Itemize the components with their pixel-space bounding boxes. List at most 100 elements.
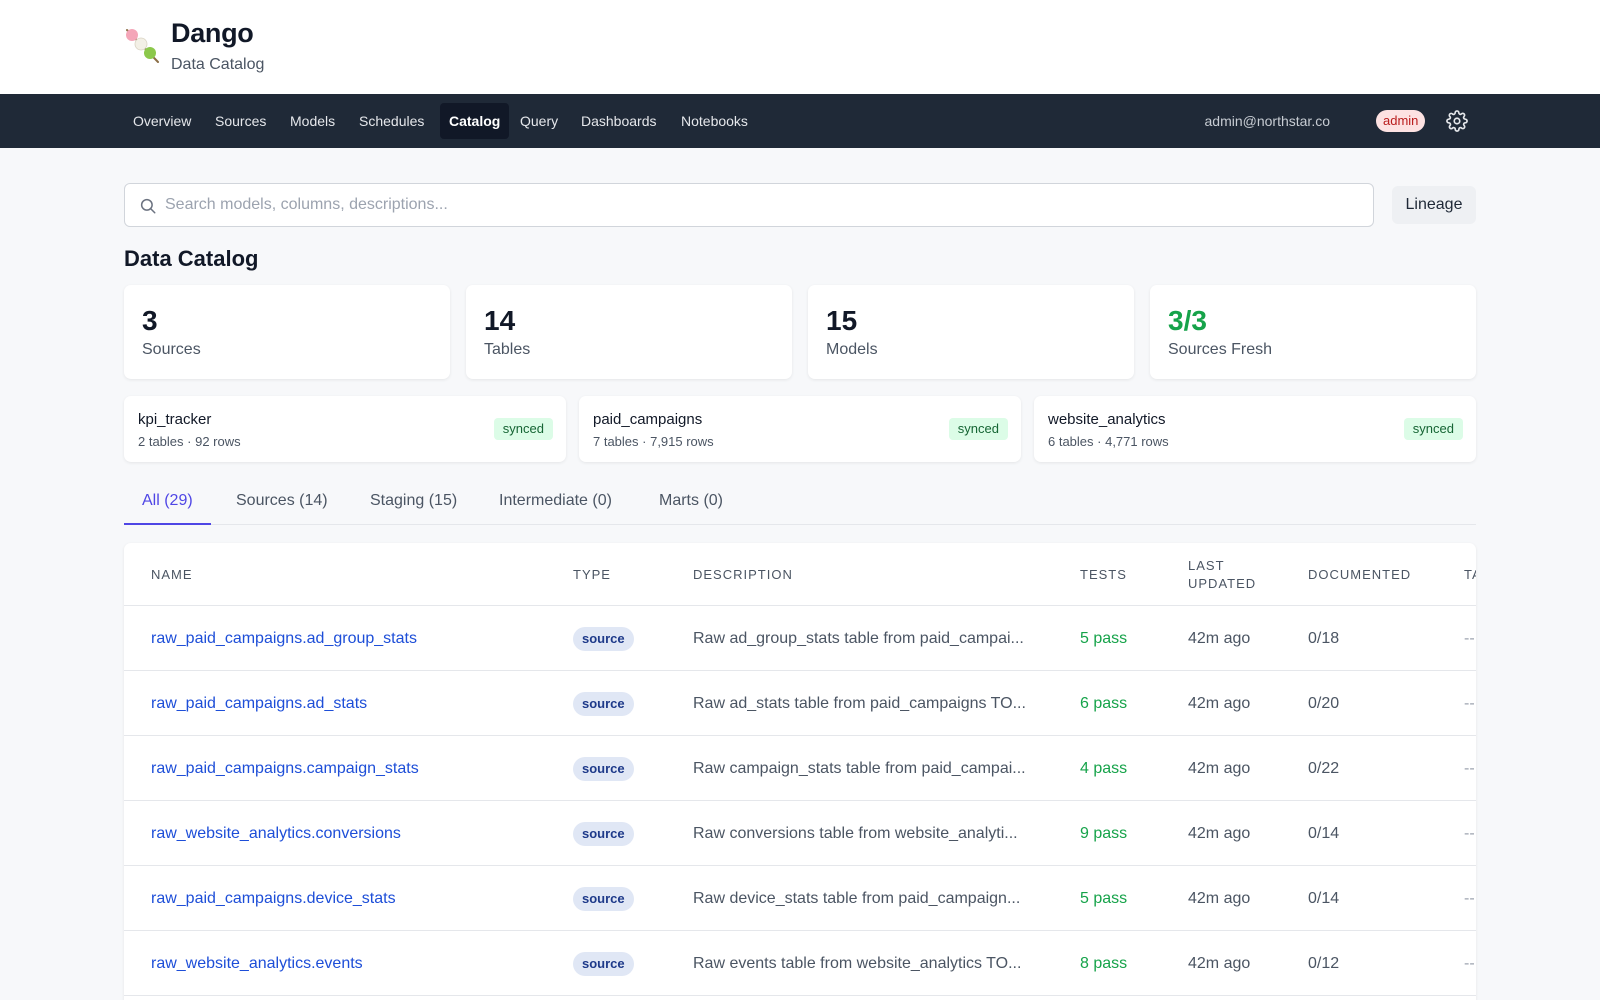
type-badge: source	[573, 627, 634, 651]
status-badge: synced	[1403, 418, 1463, 440]
tests-status: 5 pass	[1080, 890, 1128, 907]
nav-catalog[interactable]: Catalog	[440, 103, 510, 139]
search-input[interactable]	[165, 185, 1355, 225]
tags-value: --	[1464, 760, 1475, 777]
model-name-link[interactable]: raw_website_analytics.conversions	[151, 801, 401, 866]
stat-label: Sources	[142, 341, 201, 358]
tags-value: --	[1464, 890, 1475, 907]
nav-models[interactable]: Models	[281, 103, 344, 139]
model-name-link[interactable]: raw_website_analytics.events	[151, 931, 363, 996]
tests-status: 5 pass	[1080, 630, 1128, 647]
nav-schedules[interactable]: Schedules	[350, 103, 433, 139]
model-description: Raw campaign_stats table from paid_campa…	[693, 760, 1026, 777]
last-updated: 42m ago	[1188, 890, 1251, 907]
tags-value: --	[1464, 825, 1475, 842]
stat-value: 15	[826, 305, 858, 336]
source-card-kpi-tracker[interactable]: kpi_tracker 2 tables · 92 rows synced	[124, 396, 566, 462]
tags-value: --	[1464, 695, 1475, 712]
stat-value: 14	[484, 305, 516, 336]
nav-overview[interactable]: Overview	[124, 103, 200, 139]
stat-value: 3/3	[1168, 305, 1207, 336]
source-name: paid_campaigns	[593, 411, 703, 428]
documented-count: 0/20	[1308, 695, 1340, 712]
type-badge: source	[573, 757, 634, 781]
source-name: website_analytics	[1048, 411, 1166, 428]
table-row[interactable]: raw_website_analytics.conversions source…	[124, 801, 1476, 866]
tests-status: 4 pass	[1080, 760, 1128, 777]
stat-card-sources: 3 Sources	[124, 285, 450, 379]
table-row[interactable]: raw_paid_campaigns.device_stats source R…	[124, 866, 1476, 931]
search-icon	[140, 198, 156, 214]
stat-value: 3	[142, 305, 158, 336]
tab-staging[interactable]: Staging (15)	[370, 480, 457, 525]
documented-count: 0/14	[1308, 825, 1340, 842]
model-description: Raw ad_stats table from paid_campaigns T…	[693, 695, 1026, 712]
page-title: Data Catalog	[124, 246, 259, 271]
source-name: kpi_tracker	[138, 411, 212, 428]
nav-notebooks[interactable]: Notebooks	[672, 103, 757, 139]
model-description: Raw ad_group_stats table from paid_campa…	[693, 630, 1024, 647]
stat-label: Tables	[484, 341, 531, 358]
table-row[interactable]: raw_paid_campaigns.ad_stats source Raw a…	[124, 671, 1476, 736]
stat-card-sources-fresh: 3/3 Sources Fresh	[1150, 285, 1476, 379]
tab-all[interactable]: All (29)	[124, 480, 211, 525]
source-card-paid-campaigns[interactable]: paid_campaigns 7 tables · 7,915 rows syn…	[579, 396, 1021, 462]
model-name-link[interactable]: raw_paid_campaigns.ad_stats	[151, 671, 367, 736]
column-header-last-updated[interactable]: LAST	[1188, 558, 1225, 573]
tests-status: 6 pass	[1080, 695, 1128, 712]
status-badge: synced	[948, 418, 1008, 440]
app-header: Dango Data Catalog	[0, 0, 1600, 94]
model-filter-tabs: All (29) Sources (14) Staging (15) Inter…	[124, 480, 1476, 525]
tags-value: --	[1464, 955, 1475, 972]
status-badge: synced	[493, 418, 553, 440]
documented-count: 0/22	[1308, 760, 1340, 777]
column-header-tags[interactable]: TA	[1464, 567, 1476, 582]
tab-intermediate[interactable]: Intermediate (0)	[499, 480, 612, 525]
table-row[interactable]: raw_website_analytics.events source Raw …	[124, 931, 1476, 996]
source-meta: 7 tables · 7,915 rows	[593, 434, 714, 449]
model-description: Raw conversions table from website_analy…	[693, 825, 1018, 842]
user-email: admin@northstar.co	[1204, 113, 1331, 129]
column-header-name[interactable]: NAME	[151, 567, 193, 582]
nav-query[interactable]: Query	[511, 103, 567, 139]
source-meta: 6 tables · 4,771 rows	[1048, 434, 1169, 449]
type-badge: source	[573, 692, 634, 716]
model-name-link[interactable]: raw_paid_campaigns.device_stats	[151, 866, 396, 931]
main-nav: Overview Sources Models Schedules Catalo…	[0, 94, 1600, 148]
search-box	[124, 183, 1374, 227]
documented-count: 0/18	[1308, 630, 1340, 647]
nav-sources[interactable]: Sources	[206, 103, 275, 139]
model-description: Raw device_stats table from paid_campaig…	[693, 890, 1021, 907]
last-updated: 42m ago	[1188, 760, 1251, 777]
table-row[interactable]: raw_paid_campaigns.campaign_stats source…	[124, 736, 1476, 801]
model-name-link[interactable]: raw_paid_campaigns.campaign_stats	[151, 736, 419, 801]
tests-status: 8 pass	[1080, 955, 1128, 972]
tab-marts[interactable]: Marts (0)	[659, 480, 723, 525]
column-header-description[interactable]: DESCRIPTION	[693, 567, 793, 582]
lineage-button[interactable]: Lineage	[1392, 186, 1476, 224]
type-badge: source	[573, 822, 634, 846]
stat-label: Models	[826, 341, 878, 358]
role-badge: admin	[1376, 110, 1426, 132]
last-updated: 42m ago	[1188, 695, 1251, 712]
app-title: Dango	[171, 18, 254, 48]
table-row[interactable]: raw_paid_campaigns.ad_group_stats source…	[124, 606, 1476, 671]
stat-card-tables: 14 Tables	[466, 285, 792, 379]
stat-label: Sources Fresh	[1168, 341, 1273, 358]
dango-logo-icon	[126, 29, 159, 63]
settings-gear-icon[interactable]	[1446, 110, 1468, 132]
tab-sources[interactable]: Sources (14)	[236, 480, 328, 525]
model-description: Raw events table from website_analytics …	[693, 955, 1022, 972]
column-header-type[interactable]: TYPE	[573, 567, 611, 582]
column-header-documented[interactable]: DOCUMENTED	[1308, 567, 1411, 582]
source-card-website-analytics[interactable]: website_analytics 6 tables · 4,771 rows …	[1034, 396, 1476, 462]
documented-count: 0/12	[1308, 955, 1340, 972]
last-updated: 42m ago	[1188, 955, 1251, 972]
model-name-link[interactable]: raw_paid_campaigns.ad_group_stats	[151, 606, 417, 671]
last-updated: 42m ago	[1188, 825, 1251, 842]
documented-count: 0/14	[1308, 890, 1340, 907]
stat-card-models: 15 Models	[808, 285, 1134, 379]
source-meta: 2 tables · 92 rows	[138, 434, 241, 449]
nav-dashboards[interactable]: Dashboards	[572, 103, 666, 139]
column-header-tests[interactable]: TESTS	[1080, 567, 1127, 582]
